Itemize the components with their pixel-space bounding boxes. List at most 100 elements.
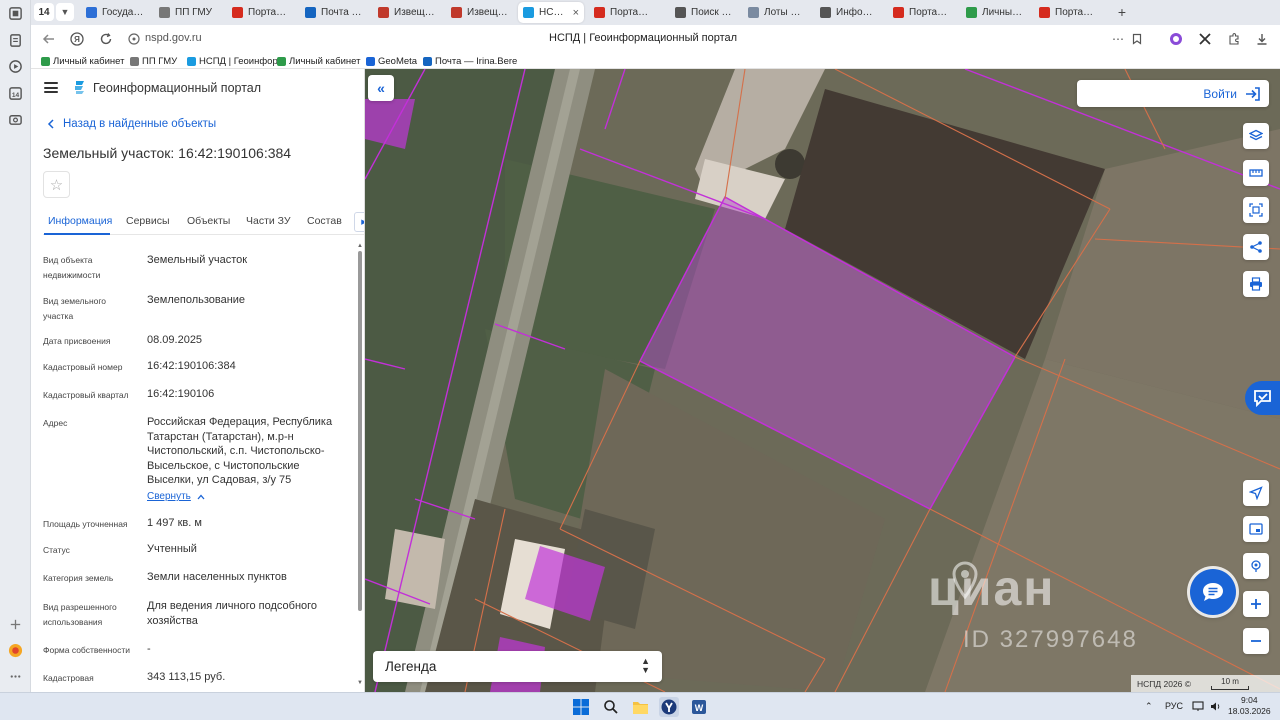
scroll-up-arrow-icon[interactable]: ▲ [357,243,363,249]
bookmark-item[interactable]: Личный кабинет [41,54,124,68]
browser-sidebar: 14 [0,0,31,692]
alice-assistant-icon[interactable] [1167,30,1185,48]
browser-menu-icon[interactable] [7,5,24,22]
extensions-puzzle-icon[interactable] [1225,30,1243,48]
more-icon[interactable] [7,668,24,685]
layers-button[interactable] [1243,123,1269,149]
geolocation-button[interactable] [1243,480,1269,506]
alice-icon[interactable] [7,642,24,659]
browser-tab[interactable]: Извещени [446,2,514,23]
scroll-down-arrow-icon[interactable]: ▼ [357,680,363,686]
browser-tab[interactable]: Извещени [373,2,441,23]
tabs-scroll-right-icon[interactable]: ▶ [354,212,364,232]
browser-tab[interactable]: Портал гос [1034,2,1102,23]
tab-information[interactable]: Информация [48,215,112,227]
panel-scrollbar[interactable]: ▲ ▼ [357,243,363,692]
tab-composition[interactable]: Состав [307,215,342,227]
support-button[interactable] [1245,381,1280,415]
browser-tab[interactable]: ПП ГМУ [154,2,222,23]
location-search-button[interactable] [1243,553,1269,579]
browser-tab[interactable]: Портал гос [227,2,295,23]
browser-tab[interactable]: Лоты изве [743,2,811,23]
download-icon[interactable] [1253,30,1271,48]
tab-title: Информац [836,7,878,18]
hamburger-menu-icon[interactable] [44,82,58,93]
prop-value: Для ведения личного подсобного хозяйства [147,600,318,627]
search-icon[interactable] [601,697,621,717]
legend-dropdown[interactable]: Легенда ▲ ▼ [373,651,662,682]
bookmark-item[interactable]: GeoMeta [366,54,417,68]
expand-arrows-icon: ▲ ▼ [641,656,650,675]
flag-icon [232,7,243,18]
scroll-thumb[interactable] [358,251,362,611]
browser-tab[interactable]: Поиск - Ко [670,2,738,23]
tab-title: Лоты изве [764,7,806,18]
bookmark-item[interactable]: Почта — Irina.Bere [423,54,517,68]
browser-tab[interactable]: Почта — Ir [300,2,368,23]
zoom-out-button[interactable] [1243,628,1269,654]
chevron-up-icon [197,494,205,499]
add-panel-icon[interactable] [7,616,24,633]
bookmark-label: Личный кабинет [289,55,361,67]
clock-time: 9:04 [1241,695,1258,705]
print-button[interactable] [1243,271,1269,297]
tab-parts[interactable]: Части ЗУ [246,215,291,227]
screenshot-icon[interactable] [7,111,24,128]
notes-icon[interactable] [7,32,24,49]
nspd-logo-icon [75,81,84,94]
zoom-in-button[interactable] [1243,591,1269,617]
back-to-results-link[interactable]: Назад в найденные объекты [47,118,216,130]
share-button[interactable] [1243,234,1269,260]
prop-label: Кадастровый квартал [43,390,129,400]
tab-list-chevron-icon[interactable]: ▼ [56,3,74,21]
minimap-button[interactable] [1243,516,1269,542]
tab-count-badge[interactable]: 14 [34,3,54,21]
yandex-browser-icon[interactable] [659,697,679,717]
url-text[interactable]: nspd.gov.ru [145,32,202,44]
page-actions-icon[interactable]: ⋯ [1109,30,1127,48]
chat-button[interactable] [1190,569,1236,615]
bookmark-item[interactable]: Личный кабинет [277,54,360,68]
bookmark-icon[interactable] [1128,30,1146,48]
browser-tab[interactable]: Государств [81,2,149,23]
browser-tab[interactable]: НСПД | × [518,2,584,23]
prop-value: Учтенный [147,543,197,555]
browser-tab[interactable]: Информац [815,2,883,23]
select-area-button[interactable] [1243,197,1269,223]
language-indicator[interactable]: РУС [1165,701,1183,711]
tab-bar: 14 ▼ + Государств ПП ГМУ Портал гос Почта —… [31,0,1280,25]
file-explorer-icon[interactable] [630,697,650,717]
new-tab-button[interactable]: + [1113,3,1131,21]
site-info-icon[interactable] [125,30,143,48]
back-arrow-icon[interactable] [40,30,58,48]
login-button[interactable]: Войти [1077,80,1269,107]
bookmark-item[interactable]: НСПД | Геоинфор [187,54,278,68]
close-tab-icon[interactable]: × [573,7,579,19]
browser-tab[interactable]: Личный ка [961,2,1029,23]
measure-button[interactable] [1243,160,1269,186]
browser-tab[interactable]: Портал гос [589,2,657,23]
reload-icon[interactable] [97,30,115,48]
word-icon[interactable]: W [689,697,709,717]
map-view[interactable]: циан ID 327997648 « Войти Легенда ▲ ▼ НС… [365,69,1280,692]
prop-label: Вид объекта недвижимости [43,255,101,280]
yandex-icon[interactable]: Я [68,30,86,48]
extension-icon[interactable] [1196,30,1214,48]
tab-objects[interactable]: Объекты [187,215,230,227]
tab-services[interactable]: Сервисы [126,215,170,227]
svg-text:Я: Я [74,35,80,44]
browser-tab[interactable]: Портал гос [888,2,956,23]
calendar-icon[interactable]: 14 [7,85,24,102]
collapse-link[interactable]: Свернуть [147,491,205,502]
volume-icon[interactable] [1210,701,1222,714]
print-icon [1250,277,1262,291]
windows-start-icon[interactable] [571,697,591,717]
play-icon[interactable] [7,58,24,75]
show-hidden-icons[interactable]: ⌃ [1145,701,1153,712]
network-icon[interactable] [1192,701,1204,714]
favorite-star-icon[interactable]: ☆ [43,171,70,198]
system-clock[interactable]: 9:04 18.03.2026 [1228,695,1271,717]
collapse-panel-button[interactable]: « [368,75,394,101]
tab-title: Извещени [467,7,509,18]
bookmark-item[interactable]: ПП ГМУ [130,54,177,68]
